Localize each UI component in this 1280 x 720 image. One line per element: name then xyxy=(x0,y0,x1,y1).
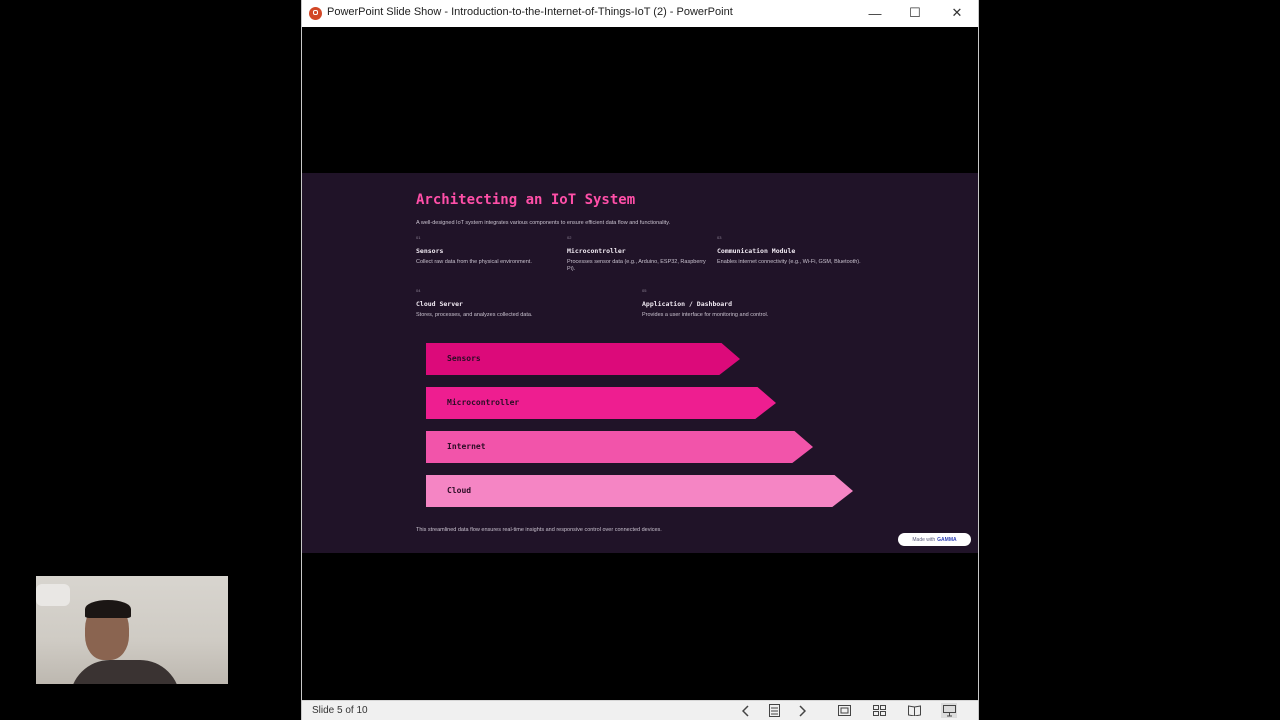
flow-arrow-label: Microcontroller xyxy=(447,398,520,407)
slide-footer-note: This streamlined data flow ensures real-… xyxy=(416,527,662,533)
component-number: 02 xyxy=(567,235,572,240)
slide-subtitle: A well-designed IoT system integrates va… xyxy=(416,220,671,226)
component-cloud-server: 04 Cloud Server Stores, processes, and a… xyxy=(416,288,566,319)
previous-icon[interactable] xyxy=(738,703,754,718)
powerpoint-slideshow-window: PowerPoint Slide Show - Introduction-to-… xyxy=(302,0,978,720)
flow-arrow-cloud: Cloud xyxy=(426,475,853,507)
component-sensors: 01 Sensors Collect raw data from the phy… xyxy=(416,235,566,266)
title-bar[interactable]: PowerPoint Slide Show - Introduction-to-… xyxy=(302,0,978,27)
close-button[interactable]: ✕ xyxy=(944,3,970,23)
component-name: Application / Dashboard xyxy=(642,300,733,308)
minimize-button[interactable]: — xyxy=(862,3,888,23)
component-name: Communication Module xyxy=(717,247,796,255)
next-icon[interactable] xyxy=(794,703,810,718)
maximize-button[interactable]: ☐ xyxy=(902,3,928,23)
badge-brand: GAMMA xyxy=(937,536,957,543)
powerpoint-app-icon xyxy=(309,7,322,20)
flow-arrow-microcontroller: Microcontroller xyxy=(426,387,776,419)
flow-arrow-label: Sensors xyxy=(447,354,481,363)
reading-view-icon[interactable] xyxy=(906,703,922,718)
component-microcontroller: 02 Microcontroller Processes sensor data… xyxy=(567,235,717,273)
component-name: Sensors xyxy=(416,247,444,255)
flow-arrow-sensors: Sensors xyxy=(426,343,740,375)
component-description: Processes sensor data (e.g., Arduino, ES… xyxy=(567,259,706,272)
background-object xyxy=(36,584,70,606)
component-communication-module: 03 Communication Module Enables internet… xyxy=(717,235,867,266)
made-with-gamma-badge[interactable]: Made with GAMMA xyxy=(898,533,971,546)
window-title: PowerPoint Slide Show - Introduction-to-… xyxy=(327,6,733,18)
component-description: Enables internet connectivity (e.g., Wi-… xyxy=(717,259,861,265)
flow-arrow-internet: Internet xyxy=(426,431,813,463)
badge-prefix: Made with xyxy=(912,536,936,543)
component-description: Stores, processes, and analyzes collecte… xyxy=(416,312,533,318)
presenter-body xyxy=(70,660,180,684)
component-number: 03 xyxy=(717,235,722,240)
component-number: 05 xyxy=(642,288,647,293)
component-application-dashboard: 05 Application / Dashboard Provides a us… xyxy=(642,288,842,319)
component-name: Cloud Server xyxy=(416,300,463,308)
slide-sorter-icon[interactable] xyxy=(871,703,887,718)
slide-show-icon[interactable] xyxy=(941,703,957,718)
slide-title: Architecting an IoT System xyxy=(416,192,636,208)
slide-canvas[interactable]: Architecting an IoT System A well-design… xyxy=(302,173,978,553)
status-bar: Slide 5 of 10 xyxy=(302,700,978,720)
flow-arrow-label: Internet xyxy=(447,442,486,451)
normal-view-icon[interactable] xyxy=(836,703,852,718)
slide-navigator-icon[interactable] xyxy=(766,703,782,718)
component-name: Microcontroller xyxy=(567,247,626,255)
component-number: 01 xyxy=(416,235,421,240)
component-description: Provides a user interface for monitoring… xyxy=(642,312,769,318)
component-number: 04 xyxy=(416,288,421,293)
component-description: Collect raw data from the physical envir… xyxy=(416,259,532,265)
flow-arrow-label: Cloud xyxy=(447,486,472,495)
webcam-overlay xyxy=(36,576,228,684)
slide-counter: Slide 5 of 10 xyxy=(312,705,368,716)
presenter-hair xyxy=(85,600,131,618)
